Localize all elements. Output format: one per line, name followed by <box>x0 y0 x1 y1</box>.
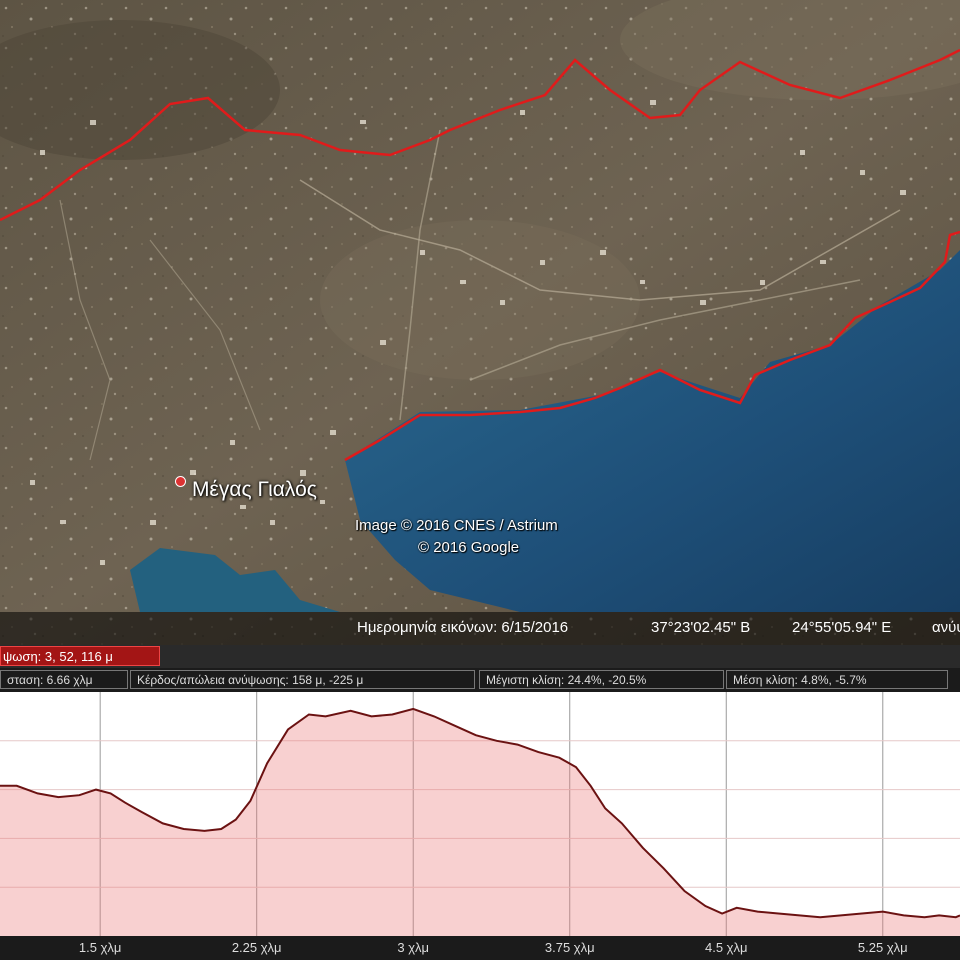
x-tick-label: 2.25 χλμ <box>231 940 282 955</box>
max-slope-stat: Μέγιστη κλίση: 24.4%, -20.5% <box>479 670 724 689</box>
google-credit: © 2016 Google <box>418 539 520 556</box>
elevation-readout-label: ανύψ <box>932 619 960 636</box>
x-tick-label: 4.5 χλμ <box>705 940 748 955</box>
satellite-map[interactable]: Μέγας Γιαλός Image © 2016 CNES / Astrium… <box>0 0 960 645</box>
elevation-chart-svg <box>0 692 960 936</box>
x-tick-label: 3 χλμ <box>397 940 430 955</box>
elevation-area <box>0 708 960 936</box>
distance-axis: 1.5 χλμ 2.25 χλμ 3 χλμ 3.75 χλμ 4.5 χλμ 5.25 … <box>0 936 960 960</box>
place-label[interactable]: Μέγας Γιαλός <box>192 478 317 502</box>
x-tick-label: 5.25 χλμ <box>857 940 908 955</box>
avg-slope-stat: Μέση κλίση: 4.8%, -5.7% <box>726 670 948 689</box>
profile-stats: σταση: 6.66 χλμ Κέρδος/απώλεια ανύψωσης:… <box>0 668 960 692</box>
map-status-bar: Ημερομηνία εικόνων: 6/15/2016 37°23'02.4… <box>0 612 960 645</box>
imagery-credit: Image © 2016 CNES / Astrium <box>355 517 558 534</box>
distance-stat: σταση: 6.66 χλμ <box>0 670 128 689</box>
elevation-chart[interactable] <box>0 692 960 960</box>
google-earth-view: Μέγας Γιαλός Image © 2016 CNES / Astrium… <box>0 0 960 960</box>
elevation-profile-header: ψωση: 3, 52, 116 μ <box>0 645 960 668</box>
elevation-readout: ψωση: 3, 52, 116 μ <box>0 646 160 666</box>
longitude-readout: 24°55'05.94" Ε <box>792 619 892 636</box>
gain-loss-stat: Κέρδος/απώλεια ανύψωσης: 158 μ, -225 μ <box>130 670 475 689</box>
place-marker-icon[interactable] <box>175 476 186 487</box>
imagery-date: Ημερομηνία εικόνων: 6/15/2016 <box>357 619 569 636</box>
x-tick-label: 1.5 χλμ <box>78 940 122 955</box>
latitude-readout: 37°23'02.45" Β <box>651 619 751 636</box>
x-tick-label: 3.75 χλμ <box>544 940 595 955</box>
